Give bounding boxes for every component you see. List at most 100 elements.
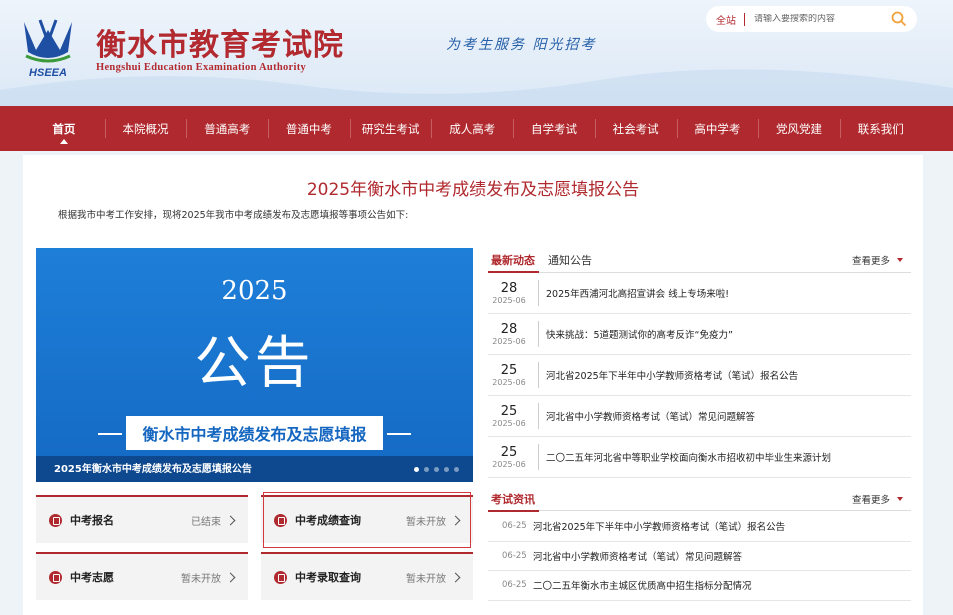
service-icon (49, 513, 62, 527)
news-day: 28 (500, 281, 518, 296)
tab-notices[interactable]: 通知公告 (545, 248, 596, 273)
nav-item[interactable]: 党风党建 (758, 106, 840, 151)
news-list: 28 2025-06 2025年西浦河北高招宣讲会 线上专场来啦! 28 2025-06… (488, 273, 911, 478)
service-status: 暂未开放 (181, 573, 221, 585)
chevron-right-icon (225, 515, 236, 525)
service-icon (274, 513, 287, 527)
news-divider (538, 321, 539, 347)
service-name: 中考志愿 (70, 571, 114, 584)
slide-big-text: 公告 (194, 331, 315, 396)
exam-list: 06-25 河北省2025年下半年中小学教师资格考试（笔试）报名公告 06-25 河北… (488, 512, 911, 601)
news-date: 25 2025-06 (490, 445, 528, 469)
service-card[interactable]: 中考志愿 暂未开放 (36, 552, 248, 600)
news-title[interactable]: 2025年西浦河北高招宣讲会 线上专场来啦! (546, 286, 729, 300)
exam-date: 06-25 (502, 550, 527, 561)
news-title[interactable]: 河北省中小学教师资格考试（笔试）常见问题解答 (546, 409, 755, 423)
service-name: 中考成绩查询 (295, 514, 361, 527)
exam-item[interactable]: 06-25 二〇二五年衡水市主城区优质高中招生指标分配情况 (488, 571, 911, 601)
service-status: 已结束 (191, 516, 221, 528)
slide-dot[interactable] (414, 467, 419, 472)
tab-exam-info[interactable]: 考试资讯 (488, 487, 539, 512)
news-item[interactable]: 25 2025-06 河北省2025年下半年中小学教师资格考试（笔试）报名公告 (488, 355, 911, 396)
exam-title[interactable]: 河北省中小学教师资格考试（笔试）常见问题解答 (533, 549, 742, 563)
nav-item[interactable]: 联系我们 (839, 106, 922, 151)
nav-item[interactable]: 普通高考 (186, 106, 268, 151)
news-divider (538, 280, 539, 306)
main-nav: 首页 本院概况 普通高考 普通中考 研究生考试 成人高考 自学考试 社会考试 高中学考 党风党建联… (0, 106, 953, 151)
news-item[interactable]: 25 2025-06 河北省中小学教师资格考试（笔试）常见问题解答 (488, 396, 911, 437)
slide-caption[interactable]: 2025年衡水市中考成绩发布及志愿填报公告 (54, 460, 252, 475)
service-status: 暂未开放 (406, 573, 446, 585)
news-year-month: 2025-06 (492, 378, 526, 387)
search-divider (744, 12, 745, 26)
search-scope[interactable]: 全站 (716, 12, 736, 27)
search-icon[interactable] (891, 11, 907, 27)
news-day: 28 (500, 322, 518, 337)
logo-text: HSEEA (29, 67, 67, 78)
nav-item[interactable]: 自学考试 (513, 106, 595, 151)
slide-banner[interactable]: 2025 公告 衡水市中考成绩发布及志愿填报 2025年衡水市中考成绩发布及志愿… (36, 248, 473, 482)
exam-item[interactable]: 06-25 河北省2025年下半年中小学教师资格考试（笔试）报名公告 (488, 512, 911, 542)
news-year-month: 2025-06 (492, 337, 526, 346)
exam-title[interactable]: 河北省2025年下半年中小学教师资格考试（笔试）报名公告 (533, 519, 785, 533)
nav-item[interactable]: 研究生考试 (349, 106, 432, 151)
news-title[interactable]: 河北省2025年下半年中小学教师资格考试（笔试）报名公告 (546, 368, 798, 382)
news-year-month: 2025-06 (492, 460, 526, 469)
service-icon (49, 570, 62, 584)
news-item[interactable]: 28 2025-06 快来挑战：5道题测试你的高考反诈“免疫力” (488, 314, 911, 355)
slide-dot[interactable] (444, 467, 449, 472)
service-card[interactable]: 中考成绩查询 暂未开放 (261, 492, 473, 548)
exam-more-link[interactable]: 查看更多 (852, 492, 903, 506)
nav-item[interactable]: 成人高考 (431, 106, 513, 151)
nav-item[interactable]: 首页 (23, 106, 105, 151)
exam-date: 06-25 (502, 580, 527, 591)
news-tabs: 最新动态 通知公告 查看更多 (488, 248, 911, 273)
news-day: 25 (500, 363, 518, 378)
slide-line-left (98, 433, 122, 435)
hseea-logo-icon[interactable]: HSEEA (18, 16, 78, 78)
notice-title[interactable]: 2025年衡水市中考成绩发布及志愿填报公告 (23, 175, 923, 200)
slogan: 为考生服务 阳光招考 (446, 37, 597, 53)
news-date: 28 2025-06 (490, 322, 528, 346)
chevron-right-icon (450, 572, 461, 582)
search-input[interactable] (754, 14, 884, 24)
site-title-en: Hengshui Education Examination Authority (96, 62, 307, 73)
nav-item[interactable]: 社会考试 (594, 106, 677, 151)
nav-item[interactable]: 高中学考 (676, 106, 759, 151)
news-year-month: 2025-06 (492, 419, 526, 428)
news-item[interactable]: 28 2025-06 2025年西浦河北高招宣讲会 线上专场来啦! (488, 273, 911, 314)
news-divider (538, 362, 539, 388)
news-title[interactable]: 快来挑战：5道题测试你的高考反诈“免疫力” (546, 327, 733, 341)
site-title[interactable]: 衡水市教育考试院 (96, 20, 344, 64)
news-year-month: 2025-06 (492, 296, 526, 305)
service-card[interactable]: 中考录取查询 暂未开放 (261, 552, 473, 600)
exam-date: 06-25 (502, 521, 527, 532)
notice-intro: 根据我市中考工作安排，现将2025年我市中考成绩发布及志愿填报等事项公告如下: (58, 210, 409, 221)
news-day: 25 (500, 445, 518, 460)
news-more-link[interactable]: 查看更多 (852, 253, 903, 267)
exam-item[interactable]: 06-25 河北省中小学教师资格考试（笔试）常见问题解答 (488, 542, 911, 571)
slide-banner-label: 衡水市中考成绩发布及志愿填报 (126, 416, 383, 450)
service-name: 中考录取查询 (295, 571, 361, 584)
service-card[interactable]: 中考报名 已结束 (36, 495, 248, 543)
site-header: HSEEA 衡水市教育考试院 Hengshui Education Examin… (0, 0, 953, 106)
slide-pager (414, 467, 459, 472)
service-icon (274, 570, 287, 584)
slide-dot[interactable] (434, 467, 439, 472)
news-day: 25 (500, 404, 518, 419)
news-date: 25 2025-06 (490, 404, 528, 428)
service-name: 中考报名 (70, 514, 114, 527)
news-item[interactable]: 25 2025-06 二〇二五年河北省中等职业学校面向衡水市招收初中毕业生来源计划 (488, 437, 911, 478)
main-panel: 2025年衡水市中考成绩发布及志愿填报公告 根据我市中考工作安排，现将2025年… (23, 155, 923, 615)
news-title[interactable]: 二〇二五年河北省中等职业学校面向衡水市招收初中毕业生来源计划 (546, 450, 831, 464)
nav-item[interactable]: 普通中考 (268, 106, 350, 151)
exam-title[interactable]: 二〇二五年衡水市主城区优质高中招生指标分配情况 (533, 578, 752, 592)
slide-dot[interactable] (424, 467, 429, 472)
nav-item[interactable]: 本院概况 (104, 106, 187, 151)
news-divider (538, 403, 539, 429)
tab-latest-news[interactable]: 最新动态 (488, 248, 539, 273)
news-divider (538, 444, 539, 470)
service-status: 暂未开放 (406, 516, 446, 528)
news-date: 28 2025-06 (490, 281, 528, 305)
slide-dot[interactable] (454, 467, 459, 472)
